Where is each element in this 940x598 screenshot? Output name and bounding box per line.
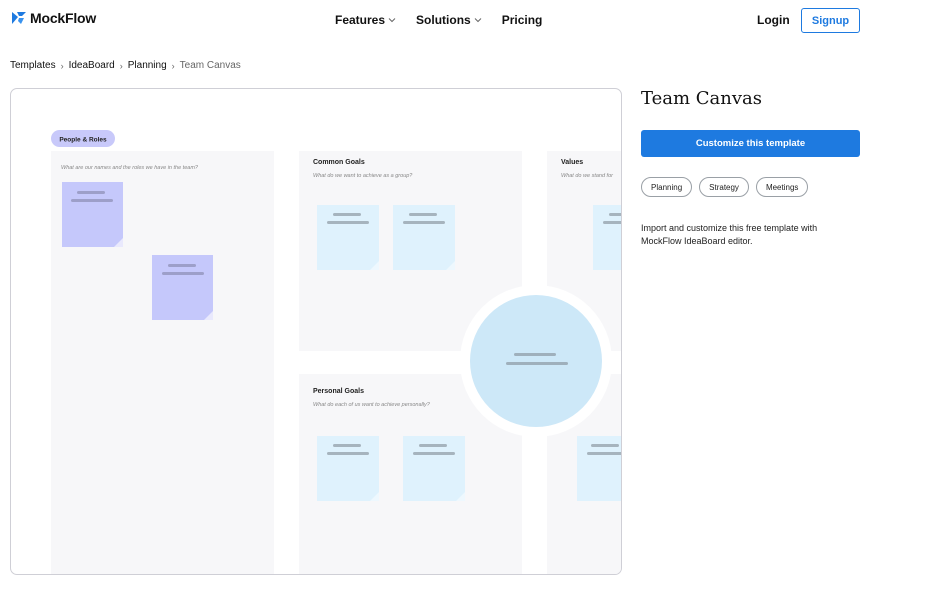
common-goals-question: What do we want to achieve as a group? (313, 173, 413, 179)
main-nav: Features Solutions Pricing (335, 13, 542, 27)
breadcrumb-templates[interactable]: Templates (10, 60, 56, 71)
template-description: Import and customize this free template … (641, 223, 818, 246)
customize-template-button[interactable]: Customize this template (641, 130, 860, 157)
tag-meetings[interactable]: Meetings (755, 177, 809, 197)
sticky-note (152, 255, 213, 320)
nav-features-label: Features (335, 13, 386, 27)
sticky-note (403, 436, 465, 501)
sticky-note (393, 205, 455, 270)
nav-pricing-label: Pricing (501, 13, 543, 27)
personal-goals-title: Personal Goals (313, 388, 364, 395)
breadcrumb: Templates › IdeaBoard › Planning › Team … (10, 60, 241, 71)
sticky-note (317, 436, 379, 501)
template-preview[interactable]: People & Roles What are our names and th… (10, 88, 622, 575)
breadcrumb-current: Team Canvas (179, 60, 241, 71)
canvas-preview-image: People & Roles What are our names and th… (51, 130, 621, 574)
nav-solutions[interactable]: Solutions (416, 13, 482, 27)
logo-text: MockFlow (30, 10, 97, 26)
personal-goals-question: What do each of us want to achieve perso… (313, 402, 431, 408)
sticky-note (62, 182, 123, 247)
signup-button[interactable]: Signup (801, 8, 860, 33)
nav-features[interactable]: Features (335, 13, 396, 27)
breadcrumb-ideaboard[interactable]: IdeaBoard (69, 60, 115, 71)
nav-pricing[interactable]: Pricing (502, 13, 543, 27)
chevron-down-icon (388, 18, 396, 23)
template-tags: Planning Strategy Meetings (641, 177, 809, 197)
people-roles-tag-text: People & Roles (59, 137, 107, 144)
logo[interactable]: MockFlow (11, 10, 96, 26)
breadcrumb-planning[interactable]: Planning (128, 60, 167, 71)
chevron-right-icon: › (171, 60, 175, 71)
common-goals-title: Common Goals (313, 159, 365, 166)
template-title: Team Canvas (641, 88, 763, 109)
sticky-note (593, 205, 621, 270)
sticky-note (577, 436, 621, 501)
chevron-right-icon: › (119, 60, 123, 71)
login-link[interactable]: Login (757, 13, 790, 27)
sticky-note (317, 205, 379, 270)
chevron-right-icon: › (60, 60, 64, 71)
nav-solutions-label: Solutions (416, 13, 471, 27)
values-question: What do we stand for (561, 173, 614, 179)
chevron-down-icon (474, 18, 482, 23)
center-circle (470, 295, 602, 427)
mockflow-logo-icon (12, 12, 26, 24)
tag-strategy[interactable]: Strategy (699, 177, 749, 197)
tag-planning[interactable]: Planning (641, 177, 693, 197)
values-title: Values (561, 159, 583, 166)
site-header: MockFlow Features Solutions Pricing Logi… (0, 0, 940, 40)
people-roles-question: What are our names and the roles we have… (61, 165, 199, 171)
